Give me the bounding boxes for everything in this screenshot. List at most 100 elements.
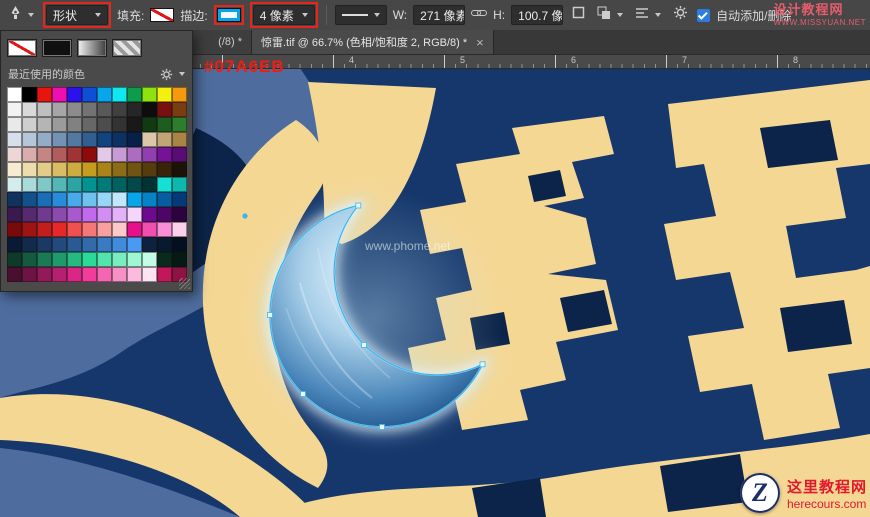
color-swatch[interactable] [22, 237, 37, 252]
solid-color-button[interactable] [42, 39, 72, 57]
color-swatch[interactable] [142, 117, 157, 132]
color-swatch[interactable] [22, 102, 37, 117]
color-swatch[interactable] [142, 267, 157, 282]
color-swatch[interactable] [97, 132, 112, 147]
color-swatch[interactable] [97, 162, 112, 177]
color-swatch[interactable] [67, 252, 82, 267]
color-swatch[interactable] [157, 87, 172, 102]
color-swatch[interactable] [112, 147, 127, 162]
color-swatch[interactable] [7, 267, 22, 282]
tool-preset-button[interactable] [6, 3, 37, 27]
color-swatch[interactable] [157, 117, 172, 132]
color-swatch[interactable] [82, 192, 97, 207]
color-swatch[interactable] [97, 147, 112, 162]
color-swatch[interactable] [52, 132, 67, 147]
color-swatch[interactable] [127, 117, 142, 132]
fill-color-swatch[interactable] [150, 8, 175, 22]
color-swatch[interactable] [112, 267, 127, 282]
color-swatch[interactable] [127, 147, 142, 162]
color-swatch[interactable] [112, 177, 127, 192]
color-swatch[interactable] [52, 192, 67, 207]
color-swatch[interactable] [67, 132, 82, 147]
color-swatch[interactable] [112, 207, 127, 222]
color-swatch[interactable] [97, 237, 112, 252]
color-swatch[interactable] [37, 192, 52, 207]
color-swatch[interactable] [82, 177, 97, 192]
color-swatch[interactable] [37, 237, 52, 252]
color-swatch[interactable] [7, 237, 22, 252]
color-swatch[interactable] [157, 237, 172, 252]
color-swatch[interactable] [22, 87, 37, 102]
color-swatch[interactable] [127, 267, 142, 282]
color-swatch[interactable] [172, 192, 187, 207]
path-operations-button[interactable] [594, 3, 626, 27]
color-swatch[interactable] [172, 207, 187, 222]
color-swatch[interactable] [67, 222, 82, 237]
color-swatch[interactable] [67, 237, 82, 252]
color-swatch[interactable] [37, 87, 52, 102]
moon-image[interactable] [206, 151, 546, 481]
close-tab-icon[interactable]: × [476, 36, 484, 49]
color-swatch[interactable] [127, 177, 142, 192]
color-swatch[interactable] [52, 102, 67, 117]
color-swatch[interactable] [157, 162, 172, 177]
color-swatch[interactable] [82, 162, 97, 177]
color-swatch[interactable] [172, 87, 187, 102]
color-swatch[interactable] [127, 132, 142, 147]
color-swatch[interactable] [67, 177, 82, 192]
color-swatch[interactable] [67, 162, 82, 177]
color-swatch[interactable] [82, 102, 97, 117]
color-swatch[interactable] [112, 132, 127, 147]
path-selection-button[interactable] [569, 3, 588, 27]
color-swatch[interactable] [157, 267, 172, 282]
color-swatch[interactable] [22, 117, 37, 132]
gradient-button[interactable] [77, 39, 107, 57]
color-swatch[interactable] [22, 177, 37, 192]
tool-mode-dropdown[interactable]: 形状 [46, 5, 108, 25]
color-swatch[interactable] [97, 192, 112, 207]
color-swatch[interactable] [172, 222, 187, 237]
color-swatch[interactable] [82, 132, 97, 147]
color-swatch[interactable] [142, 237, 157, 252]
color-swatch[interactable] [7, 87, 22, 102]
color-swatch[interactable] [97, 102, 112, 117]
color-swatch[interactable] [22, 207, 37, 222]
color-swatch[interactable] [112, 117, 127, 132]
color-swatch[interactable] [82, 117, 97, 132]
color-swatch[interactable] [52, 177, 67, 192]
color-swatch[interactable] [52, 252, 67, 267]
color-swatch[interactable] [97, 267, 112, 282]
color-swatch[interactable] [52, 87, 67, 102]
color-swatch[interactable] [37, 222, 52, 237]
color-swatch[interactable] [112, 237, 127, 252]
color-swatch[interactable] [142, 132, 157, 147]
color-swatch[interactable] [127, 162, 142, 177]
color-swatch[interactable] [142, 207, 157, 222]
color-swatch[interactable] [127, 252, 142, 267]
color-swatch[interactable] [142, 192, 157, 207]
stroke-color-swatch[interactable] [216, 8, 241, 22]
color-swatch[interactable] [127, 237, 142, 252]
color-swatch[interactable] [172, 102, 187, 117]
color-swatch[interactable] [52, 267, 67, 282]
color-swatch[interactable] [7, 132, 22, 147]
color-swatch[interactable] [97, 117, 112, 132]
color-swatch[interactable] [97, 252, 112, 267]
color-swatch[interactable] [67, 267, 82, 282]
color-swatch[interactable] [22, 162, 37, 177]
color-swatch[interactable] [172, 237, 187, 252]
color-swatch[interactable] [22, 147, 37, 162]
color-swatch[interactable] [37, 162, 52, 177]
color-swatch[interactable] [157, 222, 172, 237]
color-swatch[interactable] [127, 222, 142, 237]
color-swatch[interactable] [112, 102, 127, 117]
color-swatch[interactable] [67, 102, 82, 117]
gear-button[interactable] [670, 3, 691, 27]
color-swatch[interactable] [127, 192, 142, 207]
color-swatch[interactable] [172, 132, 187, 147]
color-swatch[interactable] [142, 162, 157, 177]
color-swatch[interactable] [82, 267, 97, 282]
panel-resize-grip[interactable] [179, 278, 190, 289]
width-input[interactable]: 271 像素 [413, 5, 466, 25]
color-swatch[interactable] [37, 267, 52, 282]
